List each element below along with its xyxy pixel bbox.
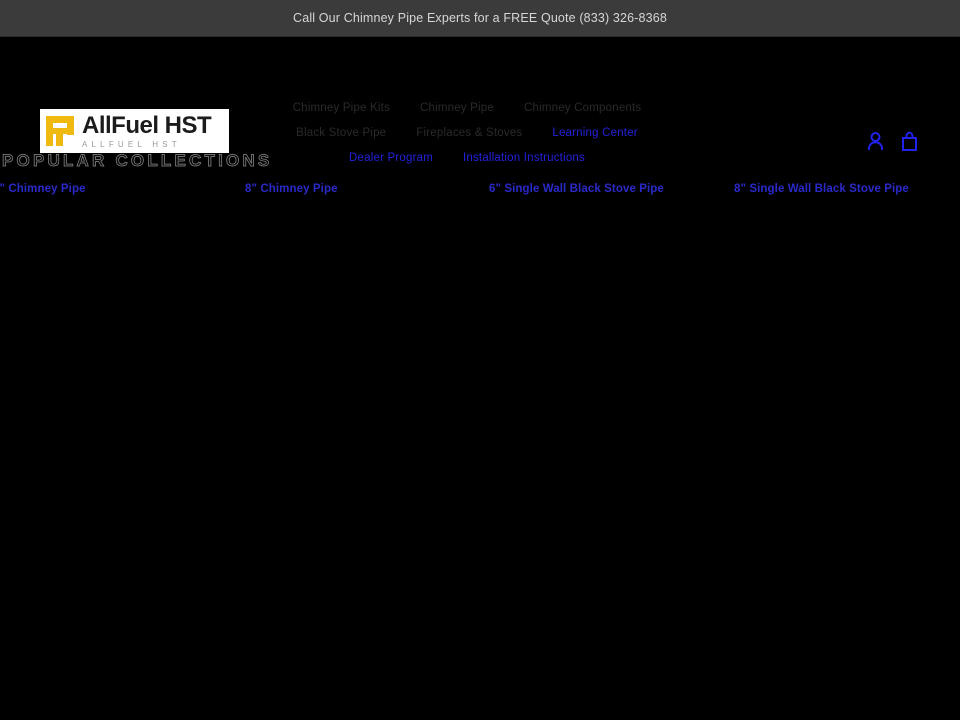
announcement-text: Call Our Chimney Pipe Experts for a FREE… xyxy=(293,11,667,25)
allfuel-logo-icon xyxy=(44,114,78,148)
account-link[interactable] xyxy=(867,131,884,151)
popular-collections-row: 6" Chimney Pipe 8" Chimney Pipe 6" Singl… xyxy=(0,178,960,200)
nav-row-3: Dealer Program Installation Instructions xyxy=(232,145,702,170)
nav-item-fireplaces-and-stoves[interactable]: Fireplaces & Stoves xyxy=(416,127,522,139)
nav-item-chimney-pipe-kits[interactable]: Chimney Pipe Kits xyxy=(293,102,390,114)
nav-item-installation-instructions[interactable]: Installation Instructions xyxy=(463,152,585,164)
collection-cell: 8" Chimney Pipe xyxy=(240,178,480,200)
logo-wordmark: AllFuel HST ALLFUEL HST xyxy=(82,111,212,149)
nav-item-dealer-program[interactable]: Dealer Program xyxy=(349,152,433,164)
nav-item-learning-center[interactable]: Learning Center xyxy=(552,127,637,139)
collection-link-6in-chimney-pipe[interactable]: 6" Chimney Pipe xyxy=(0,183,86,195)
nav-item-chimney-components[interactable]: Chimney Components xyxy=(524,102,641,114)
logo-main-text: AllFuel HST xyxy=(82,111,212,139)
collection-cell: 8" Single Wall Black Stove Pipe xyxy=(720,178,960,200)
collection-link-8in-single-wall-black-stove-pipe[interactable]: 8" Single Wall Black Stove Pipe xyxy=(734,183,909,195)
nav-row-1: Chimney Pipe Kits Chimney Pipe Chimney C… xyxy=(232,95,702,120)
site-header: AllFuel HST ALLFUEL HST Chimney Pipe Kit… xyxy=(0,37,960,164)
announcement-bar: Call Our Chimney Pipe Experts for a FREE… xyxy=(0,0,960,37)
nav-item-black-stove-pipe[interactable]: Black Stove Pipe xyxy=(296,127,386,139)
collection-link-8in-chimney-pipe[interactable]: 8" Chimney Pipe xyxy=(245,183,338,195)
cart-link[interactable] xyxy=(901,131,918,151)
header-utility-icons xyxy=(867,131,918,151)
primary-navigation: Chimney Pipe Kits Chimney Pipe Chimney C… xyxy=(232,95,702,170)
logo-sub-text: ALLFUEL HST xyxy=(82,139,181,149)
nav-item-chimney-pipe[interactable]: Chimney Pipe xyxy=(420,102,494,114)
site-logo[interactable]: AllFuel HST ALLFUEL HST xyxy=(40,109,229,153)
account-icon[interactable] xyxy=(867,131,884,151)
shopping-bag-icon[interactable] xyxy=(901,131,918,151)
collection-cell: 6" Chimney Pipe xyxy=(0,178,240,200)
collection-link-6in-single-wall-black-stove-pipe[interactable]: 6" Single Wall Black Stove Pipe xyxy=(489,183,664,195)
collection-cell: 6" Single Wall Black Stove Pipe xyxy=(480,178,720,200)
nav-row-2: Black Stove Pipe Fireplaces & Stoves Lea… xyxy=(232,120,702,145)
